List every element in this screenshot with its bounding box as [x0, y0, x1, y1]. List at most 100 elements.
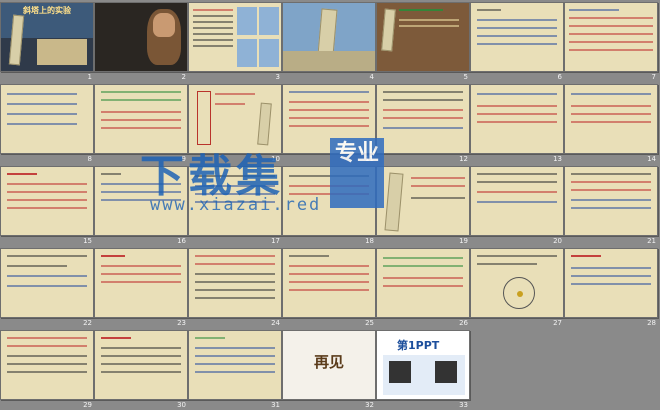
slide-33-logo: 第1PPT	[397, 339, 440, 352]
slide-19-text	[411, 197, 465, 199]
slide-thumb-13[interactable]: 13	[470, 84, 564, 164]
slide-32-frame: 再见	[282, 330, 376, 400]
slide-thumb-30[interactable]: 30	[94, 330, 188, 410]
slide-3-photo	[259, 7, 279, 35]
slide-number: 23	[177, 319, 186, 327]
slide-26-frame	[376, 248, 470, 318]
slide-3-text	[193, 39, 233, 41]
slide-29-text	[7, 355, 87, 357]
slide-31-text	[195, 347, 275, 349]
slide-10-tower	[257, 102, 272, 146]
slide-thumb-32[interactable]: 再见 32	[282, 330, 376, 410]
slide-3-text	[193, 45, 233, 47]
slide-26-text	[383, 277, 463, 279]
slide-33-qrcode	[435, 361, 457, 383]
slide-11-text	[289, 117, 369, 119]
slide-number: 33	[459, 401, 468, 409]
slide-25-text	[289, 273, 369, 275]
slide-6-heading	[477, 9, 501, 11]
slide-number: 22	[83, 319, 92, 327]
slide-number: 6	[557, 73, 562, 81]
slide-22-text	[7, 285, 87, 287]
slide-7-text	[569, 49, 653, 51]
slide-27-ball	[517, 291, 523, 297]
slide-number: 20	[553, 237, 562, 245]
slide-22-text	[7, 255, 87, 257]
slide-number: 27	[553, 319, 562, 327]
slide-12-text	[383, 99, 463, 101]
slide-9-text	[101, 127, 181, 129]
slide-30-frame	[94, 330, 188, 400]
slide-number: 29	[83, 401, 92, 409]
slide-thumb-33[interactable]: 第1PPT 33	[376, 330, 470, 410]
slide-13-frame	[470, 84, 564, 154]
slide-thumb-28[interactable]: 28	[564, 248, 658, 328]
slide-23-text	[101, 273, 181, 275]
slide-thumb-14[interactable]: 14	[564, 84, 658, 164]
slide-thumb-2[interactable]: 2	[94, 2, 188, 82]
watermark-url: www.xiazai.red	[150, 195, 322, 215]
slide-number: 1	[87, 73, 92, 81]
slide-thumb-26[interactable]: 26	[376, 248, 470, 328]
slide-5-text	[399, 19, 459, 21]
slide-thumb-1[interactable]: 斜塔上的实验 1	[0, 2, 94, 82]
slide-thumb-22[interactable]: 22	[0, 248, 94, 328]
slide-3-text	[193, 33, 233, 35]
slide-thumb-20[interactable]: 20	[470, 166, 564, 246]
slide-21-text	[571, 189, 651, 191]
slide-thumb-15[interactable]: 15	[0, 166, 94, 246]
slide-6-text	[477, 43, 557, 45]
slide-thumb-8[interactable]: 8	[0, 84, 94, 164]
slide-25-heading	[289, 255, 329, 257]
slide-3-frame	[188, 2, 282, 72]
slide-20-text	[477, 191, 557, 193]
slide-11-text	[289, 91, 369, 93]
slide-21-text	[571, 199, 651, 201]
slide-7-text	[569, 33, 653, 35]
slide-thumb-19[interactable]: 19	[376, 166, 470, 246]
slide-number: 3	[275, 73, 280, 81]
slide-20-text	[477, 173, 557, 175]
slide-14-frame	[564, 84, 658, 154]
slide-thumb-31[interactable]: 31	[188, 330, 282, 410]
slide-number: 8	[87, 155, 92, 163]
slide-thumb-29[interactable]: 29	[0, 330, 94, 410]
slide-10-text	[215, 93, 255, 95]
slide-number: 2	[181, 73, 186, 81]
slide-thumb-23[interactable]: 23	[94, 248, 188, 328]
slide-30-text	[101, 371, 181, 373]
slide-15-heading	[7, 173, 37, 175]
slide-32-farewell-text: 再见	[313, 353, 344, 371]
slide-10-vertical-title	[197, 91, 211, 145]
slide-thumb-24[interactable]: 24	[188, 248, 282, 328]
slide-thumb-21[interactable]: 21	[564, 166, 658, 246]
slide-7-frame	[564, 2, 658, 72]
slide-thumb-6[interactable]: 6	[470, 2, 564, 82]
slide-7-text	[569, 41, 653, 43]
slide-8-text	[7, 123, 77, 125]
slide-thumb-25[interactable]: 25	[282, 248, 376, 328]
slide-thumb-12[interactable]: 12	[376, 84, 470, 164]
slide-31-frame	[188, 330, 282, 400]
slide-3-photo	[237, 7, 257, 35]
slide-3-photo	[259, 39, 279, 67]
slide-28-text	[571, 275, 651, 277]
slide-3-text	[193, 27, 233, 29]
slide-number: 25	[365, 319, 374, 327]
slide-thumb-27[interactable]: 27	[470, 248, 564, 328]
slide-24-text	[195, 255, 275, 257]
slide-24-text	[195, 289, 275, 291]
slide-23-text	[101, 265, 181, 267]
slide-thumb-7[interactable]: 7	[564, 2, 658, 82]
slide-23-frame	[94, 248, 188, 318]
slide-thumb-3[interactable]: 3	[188, 2, 282, 82]
slide-33-qrcode	[389, 361, 411, 383]
slide-14-text	[571, 113, 651, 115]
slide-number: 16	[177, 237, 186, 245]
slide-21-text	[571, 181, 651, 183]
slide-thumb-4[interactable]: 4	[282, 2, 376, 82]
slide-24-text	[195, 281, 275, 283]
slide-thumb-5[interactable]: 5	[376, 2, 470, 82]
slide-24-text	[195, 297, 275, 299]
slide-number: 21	[647, 237, 656, 245]
